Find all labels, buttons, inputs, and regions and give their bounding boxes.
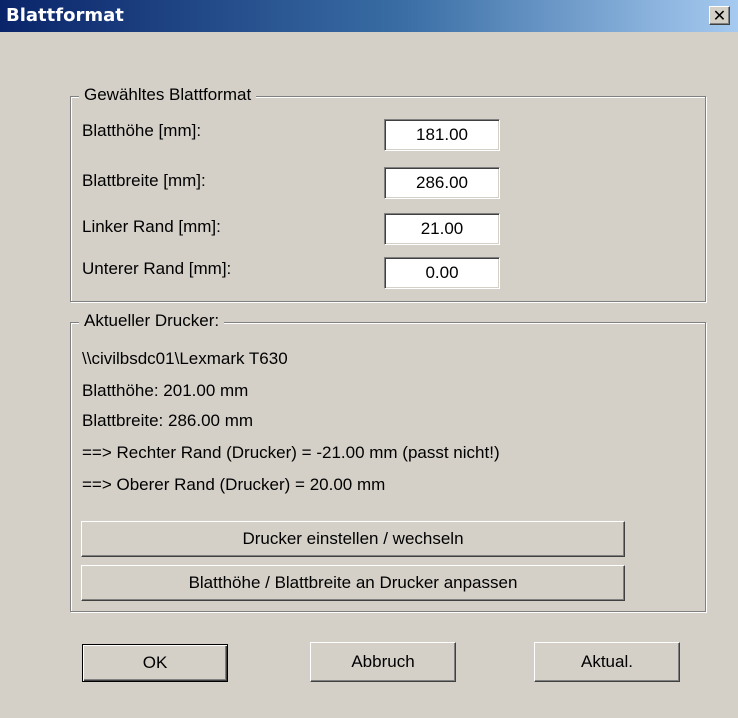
close-button[interactable]: ✕ bbox=[709, 6, 730, 25]
printer-top-margin: ==> Oberer Rand (Drucker) = 20.00 mm bbox=[82, 475, 386, 494]
ok-button[interactable]: OK bbox=[82, 644, 228, 682]
sheet-height-input[interactable]: 181.00 bbox=[384, 119, 500, 151]
sheet-width-input[interactable]: 286.00 bbox=[384, 167, 500, 199]
sheet-width-label: Blattbreite [mm]: bbox=[82, 171, 206, 190]
title-bar: Blattformat ✕ bbox=[0, 0, 738, 32]
window-title: Blattformat bbox=[6, 5, 124, 26]
adapt-to-printer-button[interactable]: Blatthöhe / Blattbreite an Drucker anpas… bbox=[81, 565, 625, 601]
format-group-legend: Gewähltes Blattformat bbox=[79, 85, 257, 105]
printer-group-legend: Aktueller Drucker: bbox=[79, 311, 225, 331]
left-margin-label: Linker Rand [mm]: bbox=[82, 217, 221, 236]
printer-sheet-width: Blattbreite: 286.00 mm bbox=[82, 411, 254, 430]
printer-name: \\civilbsdc01\Lexmark T630 bbox=[82, 349, 288, 368]
cancel-button[interactable]: Abbruch bbox=[310, 642, 456, 682]
update-button[interactable]: Aktual. bbox=[534, 642, 680, 682]
printer-sheet-height: Blatthöhe: 201.00 mm bbox=[82, 381, 249, 400]
bottom-margin-label: Unterer Rand [mm]: bbox=[82, 259, 232, 278]
printer-setup-button[interactable]: Drucker einstellen / wechseln bbox=[81, 521, 625, 557]
printer-group: Aktueller Drucker: \\civilbsdc01\Lexmark… bbox=[70, 311, 706, 612]
close-icon: ✕ bbox=[712, 5, 727, 25]
sheet-height-label: Blatthöhe [mm]: bbox=[82, 121, 202, 140]
left-margin-input[interactable]: 21.00 bbox=[384, 213, 500, 245]
printer-right-margin: ==> Rechter Rand (Drucker) = -21.00 mm (… bbox=[82, 443, 500, 462]
bottom-margin-input[interactable]: 0.00 bbox=[384, 257, 500, 289]
format-group: Gewähltes Blattformat Blatthöhe [mm]: 18… bbox=[70, 85, 706, 302]
